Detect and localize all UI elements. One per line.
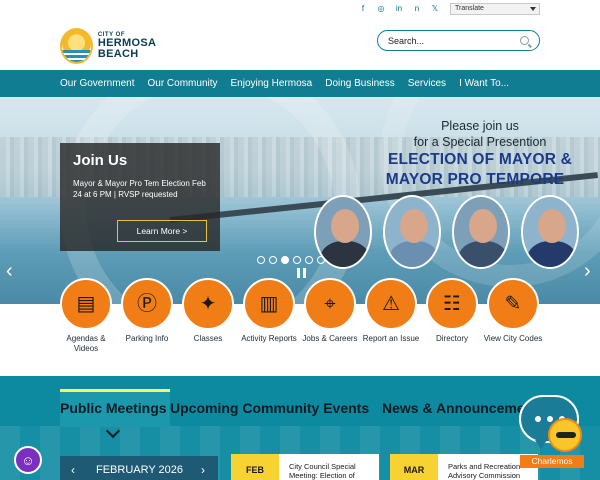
quick-link-label: Parking Info (125, 334, 169, 343)
nav-item-our-community[interactable]: Our Community (147, 78, 217, 89)
quick-link-view-city-codes[interactable]: ✎ View City Codes (482, 278, 544, 344)
quick-link-activity-reports[interactable]: ▥ Activity Reports (238, 278, 300, 344)
quick-link-circle: Ⓟ (121, 278, 173, 330)
event-card[interactable]: MAR Parks and Recreation Advisory Commis… (390, 454, 538, 480)
warning-icon: ⚠ (382, 293, 400, 315)
meetings-section: Public Meetings Upcoming Community Event… (0, 376, 600, 480)
calendar-prev-button[interactable]: ‹ (71, 463, 75, 477)
quick-link-label: Jobs & Careers (302, 334, 358, 343)
logo-city-name: HERMOSA BEACH (97, 37, 156, 60)
chat-label[interactable]: Charlemos (520, 455, 584, 468)
slider-dot[interactable] (257, 256, 265, 264)
chevron-down-icon (530, 7, 536, 11)
open-book-icon: ✎ (504, 293, 522, 315)
quick-link-label: Agendas & Videos (66, 334, 106, 353)
quick-link-circle: ⌖ (304, 278, 356, 330)
calendar-next-button[interactable]: › (201, 463, 205, 477)
translate-select[interactable]: Translate (450, 3, 540, 15)
translate-label: Translate (455, 5, 484, 12)
sun-mascot-icon[interactable] (548, 418, 582, 452)
quick-link-circle: ▤ (60, 278, 112, 330)
instagram-icon[interactable]: ◎ (376, 4, 386, 14)
mouse-click-icon: ⌖ (324, 293, 336, 315)
quick-link-classes[interactable]: ✦ Classes (177, 278, 239, 344)
quick-link-jobs-careers[interactable]: ⌖ Jobs & Careers (299, 278, 361, 344)
slider-dot[interactable] (281, 256, 289, 264)
slider-dot[interactable] (293, 256, 301, 264)
pause-icon[interactable] (297, 268, 306, 278)
city-logo[interactable]: CITY OF HERMOSA BEACH (60, 28, 190, 64)
social-links: f ◎ in n 𝕏 (358, 4, 440, 14)
tab-community-events[interactable]: Upcoming Community Events (170, 400, 369, 416)
slider-dot[interactable] (305, 256, 313, 264)
candidate-photo (452, 195, 510, 269)
promo-line-1: Please join us (441, 119, 519, 133)
agenda-book-icon: ▤ (76, 293, 96, 315)
event-date: MAR (390, 454, 438, 480)
nav-item-services[interactable]: Services (408, 78, 446, 89)
sun-logo-icon (60, 28, 93, 64)
promo-headline-1: ELECTION OF MAYOR & (387, 151, 573, 168)
people-group-icon: ✦ (199, 293, 217, 315)
quick-link-label: View City Codes (483, 334, 543, 343)
hero-promo: Please join us for a Special Presention … (360, 118, 600, 190)
quick-link-circle: ⚠ (365, 278, 417, 330)
facebook-icon[interactable]: f (358, 4, 368, 14)
promo-headline-2: MAYOR PRO TEMPORE (385, 171, 565, 188)
quick-links: ▤ Agendas & Videos Ⓟ Parking Info ✦ Classes ▥ A… (0, 278, 600, 376)
calendar-month: FEBRUARY 2026 (96, 464, 184, 476)
tab-public-meetings[interactable]: Public Meetings (60, 400, 167, 416)
x-icon[interactable]: 𝕏 (430, 4, 440, 14)
quick-link-circle: ☷ (426, 278, 478, 330)
quick-link-label: Classes (193, 334, 223, 343)
event-card[interactable]: FEB City Council Special Meeting: Electi… (231, 454, 379, 480)
quick-link-parking-info[interactable]: Ⓟ Parking Info (116, 278, 178, 344)
slider-next-arrow[interactable]: › (584, 260, 591, 283)
nav-item-our-government[interactable]: Our Government (60, 78, 134, 89)
accessibility-icon: ☺ (21, 452, 35, 468)
search-icon[interactable] (520, 36, 529, 45)
nextdoor-icon[interactable]: n (412, 4, 422, 14)
hero-card-title: Join Us (73, 152, 128, 169)
parking-pin-icon: Ⓟ (137, 293, 157, 315)
quick-link-circle: ▥ (243, 278, 295, 330)
hero-card: Join Us Mayor & Mayor Pro Tem Election F… (60, 143, 220, 251)
quick-link-directory[interactable]: ☷ Directory (421, 278, 483, 344)
linkedin-icon[interactable]: in (394, 4, 404, 14)
slider-dot[interactable] (269, 256, 277, 264)
nav-item-enjoying-hermosa[interactable]: Enjoying Hermosa (231, 78, 313, 89)
bar-chart-icon: ▥ (259, 293, 279, 315)
event-title: City Council Special Meeting: Election o… (289, 462, 356, 480)
nav-item-doing-business[interactable]: Doing Business (325, 78, 394, 89)
quick-link-circle: ✦ (182, 278, 234, 330)
accessibility-button[interactable]: ☺ (14, 446, 42, 474)
quick-link-agendas-videos[interactable]: ▤ Agendas & Videos (55, 278, 117, 354)
slider-prev-arrow[interactable]: ‹ (6, 260, 13, 283)
calendar-header: ‹ FEBRUARY 2026 › (60, 456, 218, 480)
event-date: FEB (231, 454, 279, 480)
quick-link-label: Report an Issue (362, 334, 420, 343)
top-header: f ◎ in n 𝕏 Translate CITY OF HERMOSA BEACH (0, 0, 600, 70)
main-nav: Our Government Our Community Enjoying Herm… (0, 70, 600, 97)
quick-link-report-an-issue[interactable]: ⚠ Report an Issue (360, 278, 422, 344)
candidate-photos (314, 195, 579, 269)
candidate-photo (383, 195, 441, 269)
nav-item-i-want-to[interactable]: I Want To... (459, 78, 509, 89)
learn-more-button[interactable]: Learn More > (117, 220, 207, 242)
quick-link-circle: ✎ (487, 278, 539, 330)
directory-icon: ☷ (443, 293, 461, 315)
slider-dot[interactable] (317, 256, 325, 264)
candidate-photo (521, 195, 579, 269)
hero-card-text: Mayor & Mayor Pro Tem Election Feb 24 at… (73, 179, 206, 199)
promo-line-2: for a Special Presention (413, 135, 547, 149)
search-box (377, 30, 540, 51)
quick-link-label: Activity Reports (241, 334, 297, 343)
quick-link-label: Directory (435, 334, 468, 343)
search-input[interactable] (388, 34, 508, 47)
slider-dots (257, 256, 325, 264)
